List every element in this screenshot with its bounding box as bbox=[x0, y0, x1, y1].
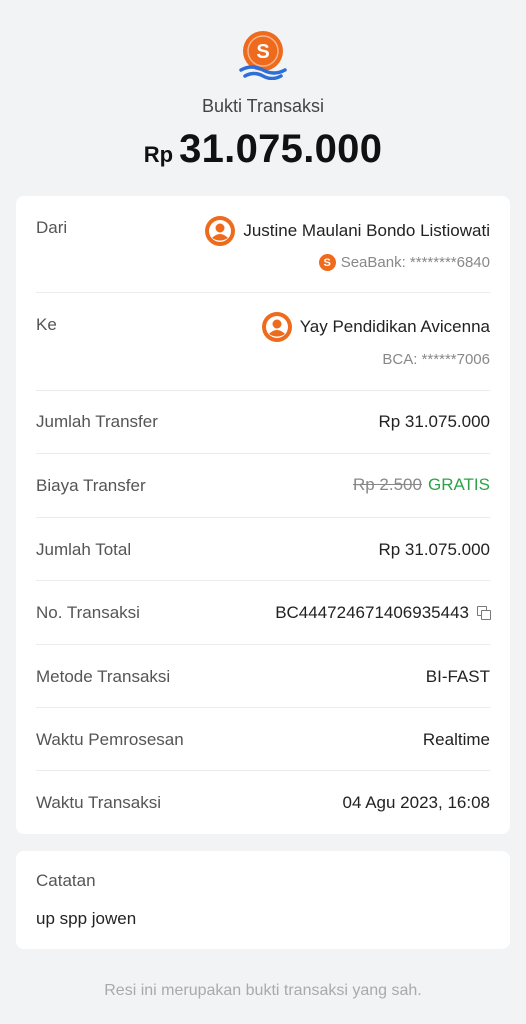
user-avatar-icon bbox=[261, 312, 292, 342]
footer-disclaimer: Resi ini merupakan bukti transaksi yang … bbox=[104, 982, 422, 999]
transfer-amount-label: Jumlah Transfer bbox=[36, 412, 158, 431]
processing-row: Waktu Pemrosesan Realtime bbox=[36, 708, 490, 771]
time-value: 04 Agu 2023, 16:08 bbox=[342, 793, 490, 812]
transaction-number-row: No. Transaksi BC444724671406935443 bbox=[36, 581, 491, 645]
to-name: Yay Pendidikan Avicenna bbox=[299, 317, 490, 336]
transaction-number: BC444724671406935443 bbox=[275, 603, 491, 623]
time-label: Waktu Transaksi bbox=[36, 793, 162, 812]
receipt-header: S Bukti Transaksi Rp 31.075.000 bbox=[0, 0, 526, 172]
from-party: Justine Maulani Bondo Listiowati bbox=[205, 216, 490, 246]
fee-original: Rp 2.500 bbox=[352, 475, 422, 494]
to-party: Yay Pendidikan Avicenna bbox=[261, 312, 490, 342]
transaction-details-card: Dari Justine Maulani Bondo Listiowati S … bbox=[16, 196, 510, 834]
seabank-logo-icon: S bbox=[238, 30, 288, 81]
method-row: Metode Transaksi BI-FAST bbox=[36, 645, 490, 708]
processing-value: Realtime bbox=[422, 730, 490, 749]
total-label: Jumlah Total bbox=[36, 540, 132, 559]
transaction-number-value: BC444724671406935443 bbox=[275, 603, 469, 622]
total-value: Rp 31.075.000 bbox=[378, 540, 490, 559]
to-row: Ke Yay Pendidikan Avicenna BCA: ******70… bbox=[36, 293, 490, 391]
note-text: up spp jowen bbox=[36, 909, 137, 928]
page-title: Bukti Transaksi bbox=[201, 96, 325, 116]
from-label: Dari bbox=[36, 218, 68, 237]
time-row: Waktu Transaksi 04 Agu 2023, 16:08 bbox=[36, 771, 490, 834]
total-row: Jumlah Total Rp 31.075.000 bbox=[36, 518, 490, 581]
fee-label: Biaya Transfer bbox=[36, 476, 146, 495]
to-account: BCA: ******7006 bbox=[382, 351, 490, 368]
user-avatar-icon bbox=[205, 216, 236, 246]
from-row: Dari Justine Maulani Bondo Listiowati S … bbox=[36, 196, 490, 293]
note-card: Catatan up spp jowen bbox=[16, 851, 510, 949]
seabank-mini-logo-icon: S bbox=[318, 254, 336, 271]
transaction-number-label: No. Transaksi bbox=[36, 603, 140, 622]
amount-value: 31.075.000 bbox=[179, 127, 383, 171]
from-account: S SeaBank: ********6840 bbox=[318, 254, 490, 271]
currency-label: Rp bbox=[143, 142, 174, 167]
method-value: BI-FAST bbox=[425, 667, 490, 686]
fee-row: Biaya Transfer Rp 2.500 GRATIS bbox=[36, 454, 490, 518]
copy-icon[interactable] bbox=[477, 606, 491, 620]
from-account-number: SeaBank: ********6840 bbox=[340, 254, 490, 271]
method-label: Metode Transaksi bbox=[36, 667, 171, 686]
processing-label: Waktu Pemrosesan bbox=[36, 730, 184, 749]
from-name: Justine Maulani Bondo Listiowati bbox=[243, 221, 490, 240]
transfer-amount-row: Jumlah Transfer Rp 31.075.000 bbox=[36, 391, 490, 454]
total-amount: Rp 31.075.000 bbox=[0, 127, 526, 172]
note-label: Catatan bbox=[36, 871, 96, 890]
fee-value: Rp 2.500 GRATIS bbox=[353, 475, 490, 495]
transfer-amount-value: Rp 31.075.000 bbox=[378, 412, 490, 431]
to-account-number: BCA: ******7006 bbox=[382, 351, 490, 368]
to-label: Ke bbox=[36, 315, 57, 334]
fee-free-badge: GRATIS bbox=[427, 475, 490, 494]
svg-text:S: S bbox=[256, 41, 269, 63]
